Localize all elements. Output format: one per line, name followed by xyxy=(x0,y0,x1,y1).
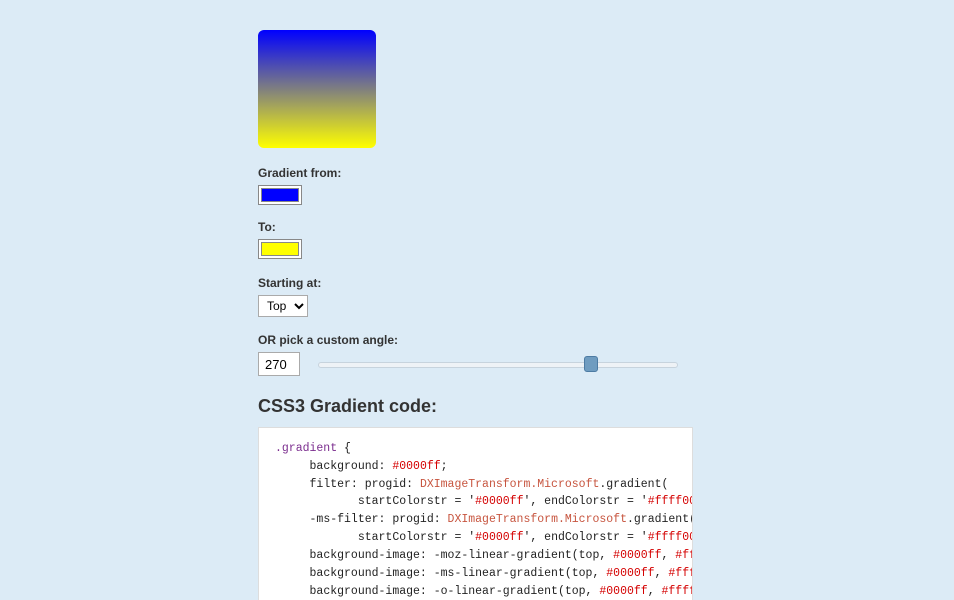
gradient-to-swatch[interactable] xyxy=(258,239,302,259)
gradient-preview xyxy=(258,30,376,148)
code-heading: CSS3 Gradient code: xyxy=(258,396,938,417)
gradient-to-color xyxy=(261,242,299,256)
code-output[interactable]: .gradient { background: #0000ff; filter:… xyxy=(258,427,693,600)
starting-at-select[interactable]: Top xyxy=(259,296,307,316)
slider-thumb[interactable] xyxy=(584,356,598,372)
gradient-from-swatch[interactable] xyxy=(258,185,302,205)
angle-slider[interactable] xyxy=(318,358,678,370)
angle-input[interactable] xyxy=(258,352,300,376)
gradient-to-label: To: xyxy=(258,220,938,234)
starting-at-label: Starting at: xyxy=(258,276,938,290)
gradient-from-label: Gradient from: xyxy=(258,166,938,180)
gradient-from-color xyxy=(261,188,299,202)
custom-angle-label: OR pick a custom angle: xyxy=(258,333,938,347)
slider-track xyxy=(318,362,678,368)
